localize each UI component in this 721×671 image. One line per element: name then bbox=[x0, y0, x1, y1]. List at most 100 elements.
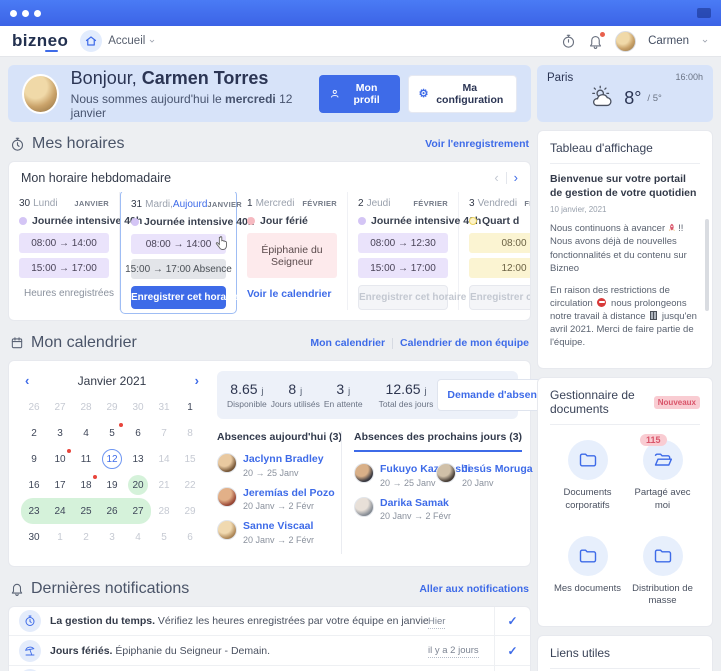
calendar-day[interactable]: 3 bbox=[99, 524, 125, 550]
calendar-day[interactable]: 4 bbox=[125, 524, 151, 550]
calendar-day[interactable]: 11 bbox=[73, 446, 99, 472]
user-avatar[interactable] bbox=[615, 30, 637, 52]
window-dot[interactable] bbox=[22, 9, 29, 17]
scrollbar-thumb[interactable] bbox=[705, 219, 709, 311]
absences-today-title: Absences aujourd'hui (3) bbox=[217, 431, 343, 443]
calendar-day[interactable]: 30 bbox=[125, 394, 151, 420]
stat-en-attente: 3 j En attente bbox=[323, 381, 363, 409]
calendar-day[interactable]: 22 bbox=[177, 472, 203, 498]
documents-title: Gestionnaire de documents bbox=[550, 388, 635, 417]
documents-card: Gestionnaire de documents Nouveaux Docum… bbox=[537, 377, 713, 627]
window-dot[interactable] bbox=[34, 9, 41, 17]
calendar-day[interactable]: 30 bbox=[21, 524, 47, 550]
person-name[interactable]: Sanne Viscaal bbox=[243, 520, 314, 533]
window-control[interactable] bbox=[697, 8, 711, 18]
window-dot[interactable] bbox=[10, 9, 17, 17]
voir-enregistrement-link[interactable]: Voir l'enregistrement bbox=[425, 138, 529, 150]
calendar-day[interactable]: 28 bbox=[151, 498, 177, 524]
notifications-bell-icon[interactable] bbox=[588, 31, 606, 49]
time-slot-chip[interactable]: 08:00 → 14:00 bbox=[131, 234, 226, 254]
tab-absences-prochains-jours[interactable]: Absences des prochains jours (3) bbox=[354, 431, 523, 452]
stat-jours-utilises: 8 j Jours utilisés bbox=[270, 381, 320, 409]
calendrier-equipe-link[interactable]: Calendrier de mon équipe bbox=[400, 337, 529, 349]
calendar-day[interactable]: 9 bbox=[21, 446, 47, 472]
notification-row[interactable]: Demande d'absence. José Gonzalez - Motif… bbox=[9, 665, 530, 671]
person-name[interactable]: Jesús Moruga bbox=[462, 463, 533, 476]
calendar-day[interactable]: 8 bbox=[177, 420, 203, 446]
calendar-day[interactable]: 26 bbox=[21, 394, 47, 420]
schedule-prev-arrow[interactable]: ‹ bbox=[494, 170, 498, 185]
schedule-day-thursday: 2 Jeudi FÉVRIER Journée intensive 40h 08:0… bbox=[348, 192, 481, 310]
calendar-day[interactable]: 15 bbox=[177, 446, 203, 472]
time-slot-chip[interactable]: 15:00 → 17:00 bbox=[19, 258, 109, 278]
calendar-day[interactable]: 17 bbox=[47, 472, 73, 498]
enregistrer-horaire-button[interactable]: Enregistrer cet horaire bbox=[131, 286, 238, 309]
schedule-next-arrow[interactable]: › bbox=[514, 170, 518, 185]
time-slot-chip[interactable]: 15:00 → 17:00 bbox=[358, 258, 448, 278]
time-slot-chip[interactable]: 08:00 bbox=[469, 233, 530, 253]
calendar-day[interactable]: 7 bbox=[151, 420, 177, 446]
calendar-day[interactable]: 6 bbox=[177, 524, 203, 550]
home-icon[interactable] bbox=[80, 30, 103, 52]
time-slot-chip[interactable]: 08:00 → 12:30 bbox=[358, 233, 448, 253]
folder-distribution-masse[interactable]: Distribution de masse bbox=[625, 530, 700, 616]
calendar-day[interactable]: 20 bbox=[125, 472, 151, 498]
board-post-date: 10 janvier, 2021 bbox=[550, 205, 607, 215]
configuration-button[interactable]: ⚙ Ma configuration bbox=[407, 74, 517, 113]
profile-button[interactable]: Mon profil bbox=[319, 74, 400, 113]
calendar-day[interactable]: 1 bbox=[47, 524, 73, 550]
list-item: Jesús Moruga 20 Janv bbox=[436, 463, 533, 488]
time-tracking-icon[interactable] bbox=[561, 34, 576, 49]
calendar-day[interactable]: 23 bbox=[21, 498, 47, 524]
folder-partage-avec-moi[interactable]: 115 Partagé avec moi bbox=[625, 434, 700, 520]
time-slot-chip[interactable]: 12:00 bbox=[469, 258, 530, 278]
calendar-day[interactable]: 27 bbox=[47, 394, 73, 420]
calendar-day[interactable]: 1 bbox=[177, 394, 203, 420]
person-name[interactable]: Jaclynn Bradley bbox=[243, 453, 324, 466]
nav-accueil[interactable]: Accueil bbox=[108, 35, 145, 47]
calendar-day[interactable]: 19 bbox=[99, 472, 125, 498]
notification-row[interactable]: Jours fériés. Épiphanie du Seigneur - De… bbox=[9, 636, 530, 666]
stopwatch-icon bbox=[19, 610, 41, 633]
calendar-day[interactable]: 28 bbox=[73, 394, 99, 420]
calendar-day[interactable]: 2 bbox=[21, 420, 47, 446]
mon-calendrier-link[interactable]: Mon calendrier bbox=[310, 337, 385, 349]
calendar-day[interactable]: 10 bbox=[47, 446, 73, 472]
calendar-day[interactable]: 3 bbox=[47, 420, 73, 446]
calendar-day[interactable]: 26 bbox=[99, 498, 125, 524]
calendar-day[interactable]: 31 bbox=[151, 394, 177, 420]
calendar-day[interactable]: 16 bbox=[21, 472, 47, 498]
voir-calendrier-link[interactable]: Voir le calendrier bbox=[247, 288, 331, 300]
mark-read-check[interactable]: ✓ bbox=[494, 606, 530, 636]
calendar-day[interactable]: 5 bbox=[151, 524, 177, 550]
calendar-day[interactable]: 13 bbox=[125, 446, 151, 472]
user-name[interactable]: Carmen bbox=[648, 35, 689, 47]
mark-read-check[interactable]: ✓ bbox=[494, 665, 530, 671]
calendar-day[interactable]: 29 bbox=[99, 394, 125, 420]
absence-slot-chip[interactable]: 15:00 → 17:00 Absence bbox=[125, 259, 232, 279]
folder-documents-corporatifs[interactable]: Documents corporatifs bbox=[550, 434, 625, 520]
folder-icon bbox=[579, 453, 596, 467]
calendar-day[interactable]: 14 bbox=[151, 446, 177, 472]
calendar-prev-arrow[interactable]: ‹ bbox=[25, 373, 41, 388]
schedule-day-wednesday: 1 Mercredi FÉVRIER Jour férié Épiphanie du… bbox=[237, 192, 348, 310]
mark-read-check[interactable]: ✓ bbox=[494, 636, 530, 665]
calendar-day[interactable]: 21 bbox=[151, 472, 177, 498]
calendar-day[interactable]: 2 bbox=[73, 524, 99, 550]
calendar-day[interactable]: 29 bbox=[177, 498, 203, 524]
calendar-day[interactable]: 24 bbox=[47, 498, 73, 524]
calendar-day[interactable]: 12 bbox=[99, 446, 125, 472]
calendar-day[interactable]: 18 bbox=[73, 472, 99, 498]
board-post-title: Bienvenue sur votre portail de gestion d… bbox=[550, 173, 697, 199]
calendar-day[interactable]: 5 bbox=[99, 420, 125, 446]
aller-notifications-link[interactable]: Aller aux notifications bbox=[419, 583, 529, 595]
calendar-day[interactable]: 27 bbox=[125, 498, 151, 524]
person-name[interactable]: Jeremías del Pozo bbox=[243, 487, 335, 500]
calendar-next-arrow[interactable]: › bbox=[183, 373, 199, 388]
time-slot-chip[interactable]: 08:00 → 14:00 bbox=[19, 233, 109, 253]
calendar-day[interactable]: 25 bbox=[73, 498, 99, 524]
notification-row[interactable]: La gestion du temps. Vérifiez les heures… bbox=[9, 606, 530, 637]
calendar-day[interactable]: 6 bbox=[125, 420, 151, 446]
calendar-day[interactable]: 4 bbox=[73, 420, 99, 446]
folder-mes-documents[interactable]: Mes documents bbox=[550, 530, 625, 616]
